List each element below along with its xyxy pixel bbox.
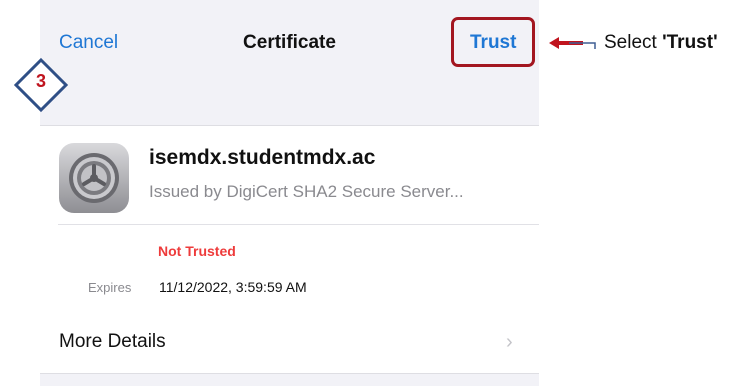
divider — [58, 224, 539, 225]
trust-highlight-box — [451, 17, 535, 67]
expires-label: Expires — [88, 280, 132, 295]
certificate-issuer: Issued by DigiCert SHA2 Secure Server... — [149, 182, 464, 201]
callout-prefix: Select — [604, 32, 657, 53]
instruction-callout: Select 'Trust' — [604, 32, 718, 54]
trust-status: Not Trusted — [158, 243, 236, 259]
arrow-left-icon — [549, 37, 596, 49]
callout-target: 'Trust' — [662, 32, 718, 53]
gear-icon — [59, 143, 129, 213]
bottom-section — [40, 373, 539, 386]
step-number: 3 — [35, 71, 46, 91]
certificate-name: isemdx.studentmdx.ac — [149, 146, 376, 169]
expires-value: 11/12/2022, 3:59:59 AM — [159, 279, 307, 295]
more-details-label: More Details — [59, 331, 166, 352]
more-details-row[interactable]: More Details › — [40, 311, 539, 373]
chevron-right-icon: › — [506, 331, 513, 353]
